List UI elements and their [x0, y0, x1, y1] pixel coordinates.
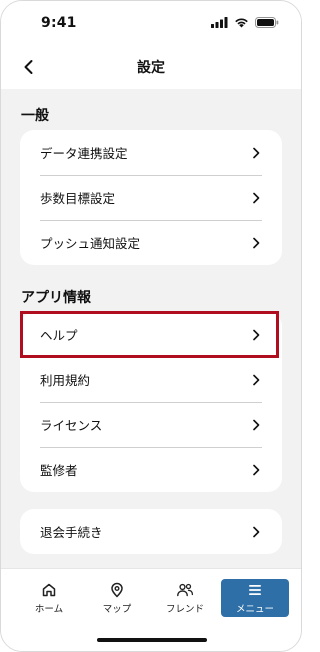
- account-card: 退会手続き: [20, 509, 282, 554]
- friends-icon: [177, 583, 194, 597]
- tab-map[interactable]: マップ: [83, 579, 151, 617]
- chevron-right-icon: [253, 374, 260, 385]
- settings-item-label: 利用規約: [40, 373, 91, 388]
- chevron-right-icon: [253, 329, 260, 340]
- phone-screen: 9:41 設定 一般 データ連携設定 歩数目標設定 プッシュ通知設定 アプリ情報…: [0, 0, 302, 652]
- home-icon: [42, 583, 56, 597]
- chevron-right-icon: [253, 526, 260, 537]
- tab-home[interactable]: ホーム: [15, 579, 83, 617]
- chevron-right-icon: [253, 192, 260, 203]
- chevron-right-icon: [253, 419, 260, 430]
- tab-label: マップ: [102, 604, 132, 615]
- wifi-icon: [235, 18, 248, 28]
- status-bar: 9:41: [1, 1, 301, 45]
- settings-item-data-link[interactable]: データ連携設定: [20, 130, 282, 175]
- settings-item-help[interactable]: ヘルプ: [20, 312, 282, 357]
- settings-item-terms[interactable]: 利用規約: [20, 357, 282, 402]
- menu-icon: [249, 585, 261, 595]
- section-title-general: 一般: [21, 108, 49, 124]
- nav-header: 設定: [1, 45, 301, 89]
- map-pin-icon: [111, 582, 123, 598]
- section-title-app-info: アプリ情報: [21, 290, 91, 306]
- page-title: 設定: [137, 60, 165, 76]
- settings-item-label: 監修者: [40, 463, 78, 478]
- tab-friends[interactable]: フレンド: [151, 579, 219, 617]
- status-icons: [211, 17, 279, 28]
- chevron-right-icon: [253, 147, 260, 158]
- settings-item-withdraw[interactable]: 退会手続き: [20, 509, 282, 554]
- settings-item-supervisor[interactable]: 監修者: [20, 447, 282, 492]
- general-settings-card: データ連携設定 歩数目標設定 プッシュ通知設定: [20, 130, 282, 265]
- settings-item-label: 歩数目標設定: [40, 191, 116, 206]
- tab-label: フレンド: [165, 604, 204, 615]
- signal-icon: [211, 17, 228, 28]
- battery-icon: [255, 17, 279, 28]
- app-info-card: ヘルプ 利用規約 ライセンス 監修者: [20, 312, 282, 492]
- tab-bar: ホーム マップ フレンド メニュー: [1, 568, 301, 651]
- settings-item-step-goal[interactable]: 歩数目標設定: [20, 175, 282, 220]
- settings-item-label: ライセンス: [40, 418, 103, 433]
- tab-label: ホーム: [34, 604, 64, 615]
- settings-content: 一般 データ連携設定 歩数目標設定 プッシュ通知設定 アプリ情報 ヘルプ 利用規…: [1, 89, 301, 568]
- settings-item-label: ヘルプ: [40, 328, 78, 343]
- status-time: 9:41: [41, 15, 77, 31]
- settings-item-label: データ連携設定: [40, 146, 128, 161]
- settings-item-push-notification[interactable]: プッシュ通知設定: [20, 220, 282, 265]
- tab-label: メニュー: [235, 604, 274, 615]
- home-indicator: [97, 638, 207, 642]
- settings-item-label: 退会手続き: [40, 525, 103, 540]
- tab-menu[interactable]: メニュー: [221, 579, 289, 617]
- chevron-right-icon: [253, 464, 260, 475]
- settings-item-license[interactable]: ライセンス: [20, 402, 282, 447]
- chevron-right-icon: [253, 237, 260, 248]
- settings-item-label: プッシュ通知設定: [40, 236, 141, 251]
